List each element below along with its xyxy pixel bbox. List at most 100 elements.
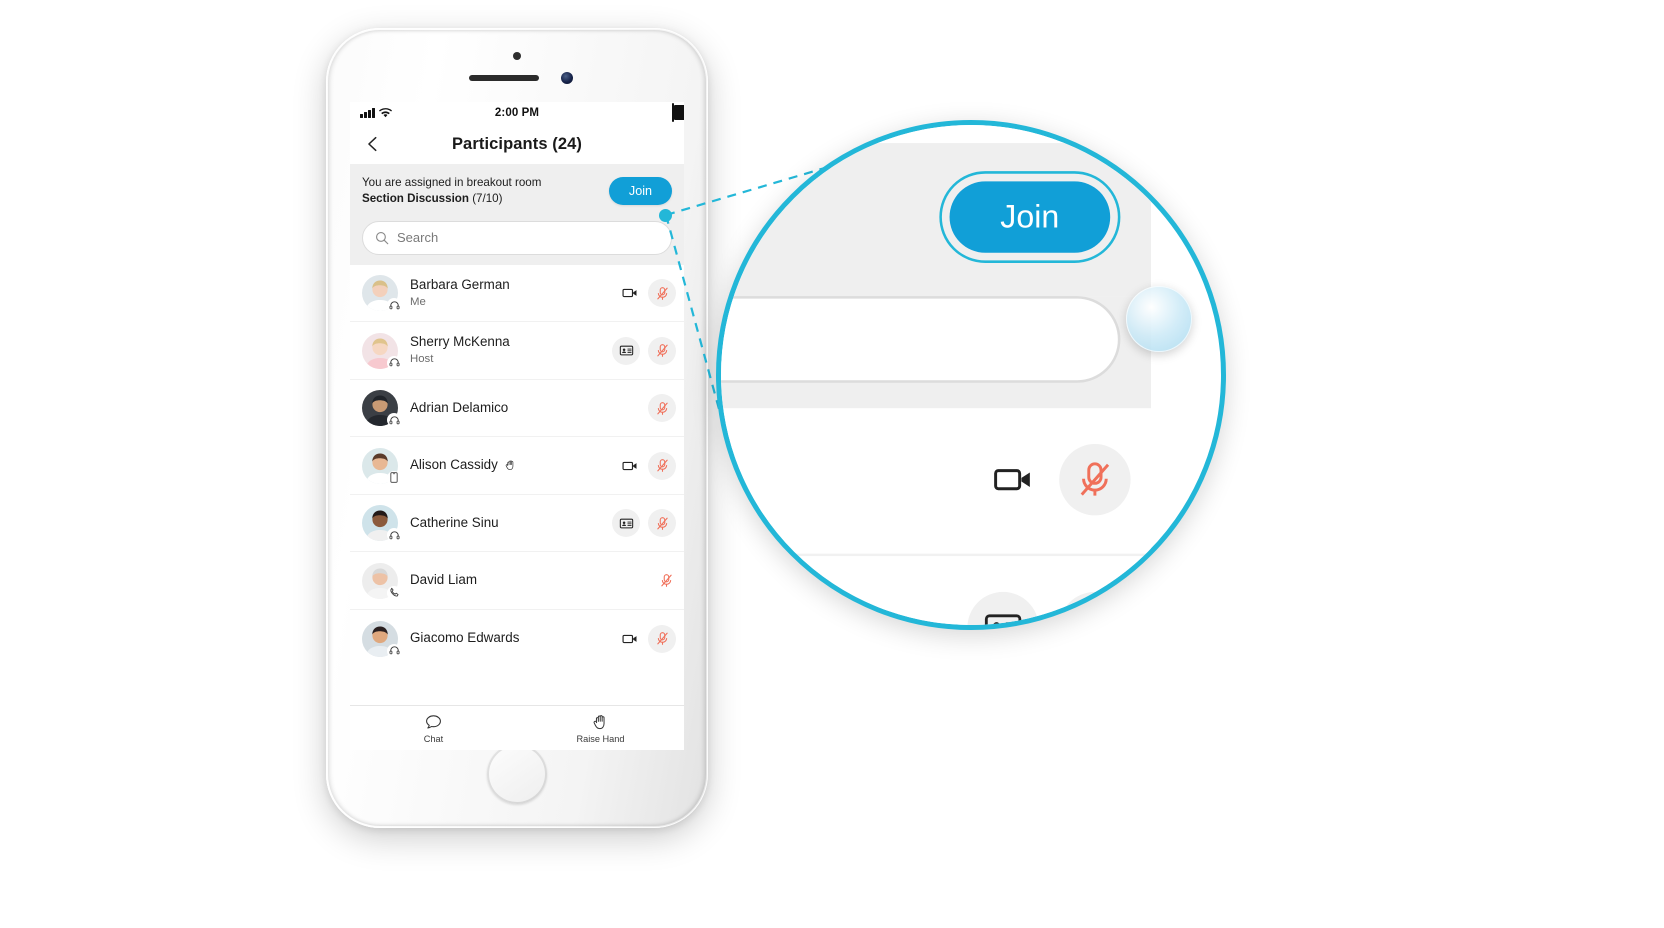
participant-row-actions [620, 624, 676, 653]
contact-card-icon[interactable] [612, 509, 640, 538]
participant-info: Giacomo Edwards [410, 630, 620, 647]
mobile-phone-icon [387, 470, 401, 485]
headset-icon [387, 528, 401, 543]
chevron-left-icon[interactable] [364, 135, 382, 153]
participant-row-actions [620, 451, 676, 480]
breakout-banner: You are assigned in breakout room Sectio… [350, 164, 684, 221]
breakout-room-capacity: (7/10) [472, 192, 503, 206]
mic-muted-icon[interactable] [648, 509, 676, 538]
mic-muted-icon[interactable] [648, 624, 676, 653]
magnified-participant-row-1[interactable]: Barbara German [721, 408, 1151, 555]
breakout-room-name: Section Discussion [362, 192, 469, 206]
video-camera-icon[interactable] [620, 629, 640, 649]
magnified-search-input[interactable]: Search [721, 296, 1121, 383]
participant-row-actions [612, 336, 676, 365]
breakout-banner-text: You are assigned in breakout room Sectio… [362, 175, 601, 208]
mic-muted-icon[interactable] [648, 336, 676, 365]
participant-info: Adrian Delamico [410, 400, 648, 417]
participant-name-text: David Liam [410, 572, 477, 588]
participant-name: Barbara German [410, 277, 620, 294]
video-camera-icon[interactable] [620, 456, 640, 476]
participant-list[interactable]: Barbara German Me Sherry McKenna Host Adrian… [350, 264, 684, 668]
tab-chat[interactable]: Chat [350, 713, 517, 744]
participant-name: Giacomo Edwards [410, 630, 620, 647]
participant-row[interactable]: Barbara German Me [350, 265, 684, 323]
avatar [362, 505, 401, 543]
participant-name-text: Adrian Delamico [410, 399, 509, 415]
join-button-focus-ring: Join [939, 171, 1121, 263]
headset-icon [387, 643, 401, 658]
mic-muted-icon[interactable] [648, 279, 676, 308]
participant-role: Me [410, 295, 426, 308]
home-button[interactable] [487, 744, 547, 804]
search-area: Search [350, 220, 684, 265]
participant-name-text: Alison Cassidy [410, 457, 498, 473]
raise-hand-icon [593, 714, 605, 729]
join-button[interactable]: Join [608, 177, 672, 206]
participant-row[interactable]: Catherine Sinu [350, 495, 684, 553]
participant-name: Catherine Sinu [410, 515, 612, 532]
headset-icon [387, 413, 401, 428]
mic-muted-icon[interactable] [648, 451, 676, 480]
participant-row-actions [612, 509, 676, 538]
proximity-sensor-icon [513, 52, 521, 60]
video-camera-icon[interactable] [988, 455, 1039, 506]
mic-muted-icon[interactable] [1059, 444, 1131, 517]
magnified-banner-text: You are assigned in breakout room Sectio… [721, 175, 919, 259]
avatar [362, 562, 401, 600]
status-bar: 2:00 PM [350, 102, 684, 124]
participant-row[interactable]: Alison Cassidy [350, 437, 684, 495]
participant-info: Catherine Sinu [410, 515, 612, 532]
phone-device: 2:00 PM Participants (24) You are assign… [326, 28, 708, 828]
participant-name-text: Catherine Sinu [410, 514, 499, 530]
chat-bubble-icon [426, 714, 441, 728]
participant-row[interactable]: Adrian Delamico [350, 380, 684, 438]
video-camera-icon[interactable] [620, 283, 640, 303]
participant-row-actions [656, 571, 676, 591]
participant-name-text: Barbara German [410, 276, 510, 292]
search-placeholder: Search [397, 230, 439, 246]
raise-hand-icon [504, 459, 517, 472]
avatar [362, 332, 401, 370]
magnified-join-button[interactable]: Join [949, 181, 1111, 253]
contact-card-icon[interactable] [967, 591, 1039, 625]
participant-row[interactable]: Giacomo Edwards [350, 610, 684, 668]
avatar [362, 390, 401, 428]
status-bar-time: 2:00 PM [494, 107, 540, 119]
search-input[interactable]: Search [362, 220, 672, 255]
magnified-nav-bar: Participants (24) [721, 125, 1151, 144]
magnifier-content: 2:00 PM Participants (24) You are assign… [721, 125, 1151, 625]
mic-muted-icon[interactable] [1059, 591, 1131, 625]
participant-info: David Liam [410, 572, 656, 589]
mic-muted-icon[interactable] [656, 571, 676, 591]
avatar [362, 447, 401, 485]
search-icon [376, 231, 389, 245]
tab-raise-hand[interactable]: Raise Hand [517, 713, 684, 744]
participant-row-actions [648, 394, 676, 423]
battery-icon [672, 103, 684, 122]
breakout-banner-line1: You are assigned in breakout room [362, 176, 542, 189]
earpiece-speaker [469, 75, 539, 81]
participant-row[interactable]: Sherry McKenna Host [350, 322, 684, 380]
avatar [362, 275, 401, 313]
magnified-breakout-banner: You are assigned in breakout room Sectio… [721, 143, 1151, 297]
contact-card-icon[interactable] [612, 336, 640, 365]
magnified-search-area: Search [721, 296, 1151, 409]
participant-name: Sherry McKenna [410, 334, 612, 351]
participant-name: Alison Cassidy [410, 457, 620, 474]
participant-row[interactable]: David Liam [350, 552, 684, 610]
magnified-participant-row-2[interactable]: Sherry McKenna [721, 554, 1151, 625]
participant-name: David Liam [410, 572, 656, 589]
mic-muted-icon[interactable] [648, 394, 676, 423]
participant-role: Host [410, 353, 434, 366]
participant-name-text: Sherry McKenna [410, 334, 510, 350]
tap-indicator [1126, 286, 1192, 352]
bottom-tab-bar: Chat Raise Hand [350, 705, 684, 750]
headset-icon [387, 355, 401, 370]
headset-icon [387, 298, 401, 313]
tab-chat-label: Chat [423, 733, 444, 744]
tab-raise-hand-label: Raise Hand [576, 733, 625, 744]
callout-anchor-dot [659, 209, 672, 222]
phone-handset-icon [387, 585, 401, 600]
participant-name: Adrian Delamico [410, 400, 648, 417]
